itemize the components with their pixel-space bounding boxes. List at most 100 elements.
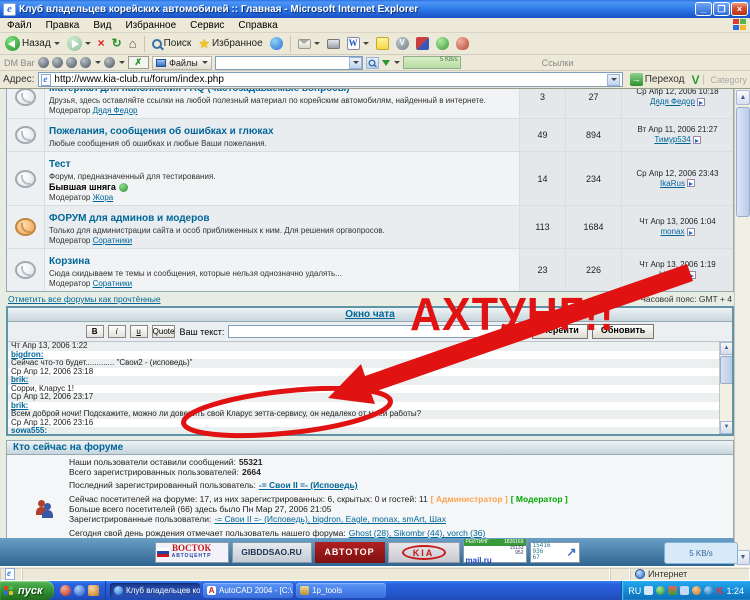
last-registered-user-link[interactable]: -= Свои II =- (Исповедь) bbox=[259, 480, 358, 490]
underline-button[interactable]: u bbox=[130, 325, 148, 338]
task-1p-tools[interactable]: 1p_tools bbox=[296, 583, 386, 598]
dm-search-button[interactable] bbox=[366, 57, 379, 69]
icq-button[interactable] bbox=[434, 36, 451, 51]
language-indicator[interactable]: RU bbox=[628, 586, 641, 596]
mailru-rating-banner[interactable]: РЕЙТИНГ1826169 15133 952 mail.ru bbox=[463, 542, 527, 563]
close-button[interactable]: × bbox=[731, 2, 748, 16]
last-post-user-link[interactable]: monax bbox=[660, 227, 684, 236]
moderator-link[interactable]: Жора bbox=[93, 193, 114, 202]
last-post-user-link[interactable]: IkaRus bbox=[660, 179, 685, 188]
goto-last-post-icon[interactable] bbox=[693, 136, 701, 144]
kia-banner[interactable]: KIA bbox=[388, 542, 460, 563]
scrollbar-thumb[interactable] bbox=[720, 356, 732, 384]
tray-icon-2[interactable] bbox=[656, 586, 665, 595]
tray-icon-1[interactable] bbox=[644, 586, 653, 595]
dm-folder-icon[interactable] bbox=[66, 57, 77, 68]
restore-button[interactable]: ❐ bbox=[713, 2, 730, 16]
dm-speed-popup[interactable]: 5 KB/s bbox=[664, 542, 738, 564]
goto-last-post-icon[interactable] bbox=[687, 179, 695, 187]
dm-download-icon[interactable] bbox=[382, 60, 390, 66]
quote-button[interactable]: Quote bbox=[152, 325, 176, 338]
bold-button[interactable]: B bbox=[86, 325, 104, 338]
tray-icon-6[interactable] bbox=[704, 586, 713, 595]
v-checkmark-icon[interactable]: V bbox=[691, 73, 699, 87]
quicklaunch-icon-3[interactable] bbox=[88, 585, 99, 596]
chat-window-link[interactable]: Окно чата bbox=[345, 309, 395, 320]
edit-button[interactable]: W bbox=[345, 36, 371, 51]
kaspersky-icon[interactable]: K bbox=[716, 586, 723, 595]
chat-scrollbar[interactable]: ▲ ▼ bbox=[719, 342, 732, 434]
avtotor-banner[interactable]: АВТОТОР bbox=[315, 542, 385, 563]
goto-last-post-icon[interactable] bbox=[688, 271, 696, 279]
quicklaunch-icon-1[interactable] bbox=[60, 585, 71, 596]
task-ie-forum[interactable]: Клуб владельцев ко... bbox=[110, 583, 200, 598]
dm-media-icon[interactable] bbox=[80, 57, 91, 68]
scrollbar-thumb[interactable] bbox=[736, 107, 750, 217]
media-button[interactable] bbox=[268, 36, 285, 51]
favorites-button[interactable]: ★Избранное bbox=[196, 35, 264, 53]
forum-title-link[interactable]: Корзина bbox=[49, 256, 90, 267]
refresh-button[interactable]: ↻ bbox=[110, 36, 124, 51]
chat-user-link[interactable]: sowa555: bbox=[11, 427, 47, 434]
dm-search-input[interactable] bbox=[215, 56, 363, 70]
forum-title-link[interactable]: ФОРУМ для админов и модеров bbox=[49, 213, 209, 224]
start-button[interactable]: пуск bbox=[0, 581, 54, 600]
links-label[interactable]: Ссылки bbox=[542, 58, 574, 68]
back-button[interactable]: Назад bbox=[3, 35, 62, 52]
contacts-button[interactable] bbox=[454, 36, 471, 51]
menu-edit[interactable]: Правка bbox=[39, 20, 87, 31]
tray-icon-4[interactable] bbox=[680, 586, 689, 595]
tray-icon-3[interactable] bbox=[668, 586, 677, 595]
vostok-banner[interactable]: ВОСТОКАВТОЦЕНТР bbox=[155, 542, 229, 563]
last-post-user-link[interactable]: Дядя Федор bbox=[650, 97, 695, 106]
tray-icon-5[interactable] bbox=[692, 586, 701, 595]
dm-add-icon[interactable] bbox=[52, 57, 63, 68]
stop-button[interactable]: × bbox=[96, 36, 107, 51]
dm-files-dropdown[interactable]: Файлы bbox=[152, 56, 212, 70]
search-button[interactable]: Поиск bbox=[150, 37, 194, 50]
category-button[interactable]: Category bbox=[703, 75, 747, 85]
scroll-up-icon[interactable]: ▲ bbox=[720, 342, 732, 355]
home-button[interactable]: ⌂ bbox=[127, 36, 139, 51]
chat-user-link[interactable]: bigdron: bbox=[11, 351, 43, 359]
forum-title-link[interactable]: Пожелания, сообщения об ошибках и глюках bbox=[49, 126, 274, 137]
moderator-link[interactable]: Соратники bbox=[93, 279, 132, 288]
dm-globe-icon[interactable] bbox=[38, 57, 49, 68]
go-button[interactable]: →Переход bbox=[627, 72, 688, 87]
last-post-user-link[interactable]: bigdron bbox=[659, 270, 686, 279]
scroll-down-icon[interactable]: ▼ bbox=[736, 550, 750, 565]
quicklaunch-icon-2[interactable] bbox=[74, 585, 85, 596]
moderator-link[interactable]: Дядя Федор bbox=[93, 106, 138, 115]
scroll-up-icon[interactable]: ▲ bbox=[736, 90, 750, 105]
forum-title-link[interactable]: Материал для наполнения FAQ (частозадава… bbox=[49, 89, 350, 94]
gibdd-banner[interactable]: GIBDDSAO.RU bbox=[232, 542, 312, 563]
chat-user-link[interactable]: brik: bbox=[11, 402, 28, 410]
menu-tools[interactable]: Сервис bbox=[183, 20, 231, 31]
goto-last-post-icon[interactable] bbox=[687, 228, 695, 236]
address-input[interactable]: http://www.kia-club.ru/forum/index.php bbox=[38, 72, 622, 87]
birthday-today-links[interactable]: Ghost (28), Sikombr (44), vorch (36) bbox=[349, 528, 486, 538]
registered-users-links[interactable]: -= Свои II =- (Исповедь), bigdron, Eagle… bbox=[214, 514, 446, 524]
chat-user-link[interactable]: brik: bbox=[11, 376, 28, 384]
moderator-link[interactable]: Соратники bbox=[93, 236, 132, 245]
last-post-user-link[interactable]: Тимур534 bbox=[654, 135, 690, 144]
dm-drop-basket[interactable]: ✗ bbox=[128, 56, 150, 69]
minimize-button[interactable]: _ bbox=[695, 2, 712, 16]
notes-button[interactable] bbox=[374, 36, 391, 51]
menu-file[interactable]: Файл bbox=[0, 20, 39, 31]
hit-counter-banner[interactable]: 1541693667 ↗ bbox=[530, 542, 580, 563]
goto-last-post-icon[interactable] bbox=[697, 98, 705, 106]
italic-button[interactable]: i bbox=[108, 325, 126, 338]
forum-title-link[interactable]: Тест bbox=[49, 159, 71, 170]
task-autocad[interactable]: AAutoCAD 2004 - [C:\... bbox=[203, 583, 293, 598]
mark-forums-read-link[interactable]: Отметить все форумы как прочтённые bbox=[8, 294, 161, 304]
messenger-button[interactable]: V bbox=[394, 36, 411, 51]
menu-view[interactable]: Вид bbox=[86, 20, 118, 31]
address-dropdown-button[interactable] bbox=[607, 74, 620, 86]
dm-extra-icon[interactable] bbox=[104, 57, 115, 68]
mail-button[interactable] bbox=[296, 38, 322, 50]
print-button[interactable] bbox=[325, 38, 342, 50]
scroll-down-icon[interactable]: ▼ bbox=[720, 421, 732, 434]
history-button[interactable] bbox=[414, 36, 431, 51]
page-scrollbar[interactable]: ▲ ▼ bbox=[734, 89, 750, 566]
